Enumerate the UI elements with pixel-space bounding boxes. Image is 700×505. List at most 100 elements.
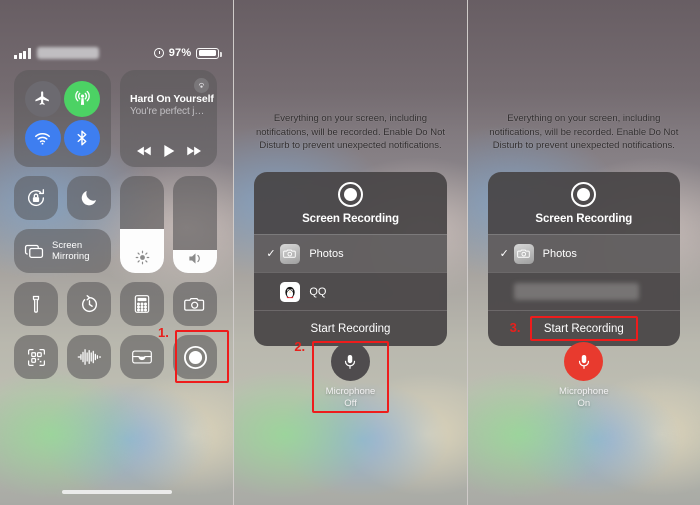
play-icon[interactable]: [163, 144, 175, 158]
shazam-waveform-icon: [77, 349, 101, 365]
calculator-icon: [134, 295, 150, 313]
volume-icon: [173, 251, 217, 266]
bluetooth-toggle[interactable]: [64, 120, 101, 157]
flashlight-icon: [32, 295, 40, 313]
panel-control-center: 97% Hard On Yourself You're perfect j… S…: [0, 0, 234, 505]
microphone-state-label: On: [577, 398, 591, 409]
media-controls: [130, 144, 208, 160]
do-not-disturb-toggle[interactable]: [67, 176, 111, 220]
code-scanner-tile[interactable]: [14, 335, 58, 379]
dialog-option-redacted[interactable]: [487, 272, 680, 310]
qr-code-icon: [27, 348, 45, 366]
qq-app-icon: [280, 281, 301, 302]
screen-mirroring-label-line2: Mirroring: [52, 251, 90, 262]
airplane-mode-toggle[interactable]: [24, 80, 61, 117]
screen-recording-dialog: Screen Recording ✓ Photos QQ Start Recor…: [254, 172, 447, 346]
start-recording-button[interactable]: 3. Start Recording: [487, 310, 680, 346]
airplay-glyph: [198, 82, 205, 88]
brightness-slider[interactable]: [120, 176, 164, 273]
timer-icon: [81, 294, 97, 312]
photos-app-icon: [513, 243, 534, 264]
camera-icon: [184, 297, 205, 311]
flashlight-tile[interactable]: [14, 282, 58, 326]
step-number-2: 2.: [294, 339, 306, 354]
rotation-lock-icon: [28, 189, 45, 207]
track-title: Hard On Yourself: [130, 93, 214, 105]
recording-notice-text: Everything on your screen, including not…: [489, 113, 679, 151]
wifi-toggle[interactable]: [24, 120, 61, 157]
photos-app-icon: [280, 243, 301, 264]
dialog-header: Screen Recording: [488, 172, 680, 234]
track-subtitle: You're perfect j…: [130, 106, 205, 117]
cellular-signal-icon: [14, 47, 31, 59]
panel-start-recording: Everything on your screen, including not…: [466, 0, 700, 505]
record-circle-icon: [337, 182, 363, 207]
cc-toggle-row: [14, 176, 111, 220]
highlight-box-step1: [175, 330, 229, 383]
screen-mirroring-tile[interactable]: Screen Mirroring: [14, 229, 111, 273]
screen-mirroring-icon: [24, 244, 44, 258]
wifi-icon: [35, 132, 51, 145]
cc-row-middle: Screen Mirroring: [14, 176, 219, 273]
music-recognition-tile[interactable]: [67, 335, 111, 379]
timer-tile[interactable]: [67, 282, 111, 326]
highlight-box-step3: [529, 316, 638, 341]
step-number-3: 3.: [509, 320, 521, 335]
microphone-label: Microphone On: [468, 386, 700, 410]
microphone-control[interactable]: Microphone On: [468, 342, 700, 410]
rewind-icon[interactable]: [137, 145, 152, 157]
brightness-icon: [120, 249, 164, 266]
microphone-icon[interactable]: [564, 342, 604, 381]
dialog-title: Screen Recording: [535, 213, 633, 225]
status-bar: 97%: [0, 42, 233, 64]
dialog-option-photos[interactable]: ✓ Photos: [254, 234, 447, 272]
airplane-icon: [35, 91, 50, 106]
dialog-option-qq[interactable]: QQ: [254, 272, 447, 310]
qq-penguin-glyph: [285, 286, 295, 298]
microphone-label-line1: Microphone: [559, 386, 609, 397]
dialog-title: Screen Recording: [302, 213, 399, 225]
dialog-header: Screen Recording: [254, 172, 446, 234]
battery-percent-label: 97%: [168, 47, 192, 59]
redacted-option-blur: [513, 283, 639, 300]
checkmark-icon: ✓: [266, 248, 276, 260]
fast-forward-icon[interactable]: [186, 145, 201, 157]
volume-glyph: [188, 253, 200, 264]
dialog-option-label: QQ: [309, 285, 327, 298]
screenshot-stage: 97% Hard On Yourself You're perfect j… S…: [0, 0, 700, 505]
screen-recording-dialog: Screen Recording ✓ Photos 3. Start Recor…: [487, 172, 680, 346]
dialog-option-label: Photos: [309, 247, 344, 260]
cellular-data-toggle[interactable]: [64, 80, 101, 117]
moon-icon: [81, 191, 97, 206]
carrier-name-redacted: [36, 47, 99, 59]
status-bar-right: 97%: [153, 47, 222, 59]
wallet-icon: [132, 350, 152, 364]
cellular-data-icon: [75, 91, 90, 106]
volume-slider[interactable]: [173, 176, 217, 273]
airplay-icon[interactable]: [194, 78, 209, 93]
connectivity-module[interactable]: [14, 70, 111, 167]
recording-notice-text: Everything on your screen, including not…: [255, 113, 446, 151]
microphone-glyph: [578, 354, 589, 369]
wallet-tile[interactable]: [120, 335, 164, 379]
highlight-box-step2: [312, 341, 390, 413]
alarm-clock-icon: [153, 48, 164, 58]
cc-left-column: Screen Mirroring: [14, 176, 111, 273]
bluetooth-icon: [77, 130, 87, 146]
panel-recording-sheet: Everything on your screen, including not…: [233, 0, 467, 505]
calculator-tile[interactable]: [120, 282, 164, 326]
screen-mirroring-label: Screen Mirroring: [52, 240, 89, 262]
camera-tile[interactable]: [173, 282, 217, 326]
record-dot: [343, 188, 357, 201]
step-number-1: 1.: [158, 325, 169, 340]
now-playing-module[interactable]: Hard On Yourself You're perfect j…: [120, 70, 217, 167]
dialog-option-photos[interactable]: ✓ Photos: [487, 234, 680, 272]
record-dot: [577, 188, 591, 201]
battery-icon: [196, 47, 222, 59]
checkmark-icon: ✓: [499, 248, 509, 260]
record-circle-icon: [571, 182, 597, 207]
cc-row-top: Hard On Yourself You're perfect j…: [14, 70, 219, 167]
dialog-option-label: Photos: [542, 247, 577, 260]
home-indicator: [61, 489, 172, 494]
rotation-lock-toggle[interactable]: [14, 176, 58, 220]
